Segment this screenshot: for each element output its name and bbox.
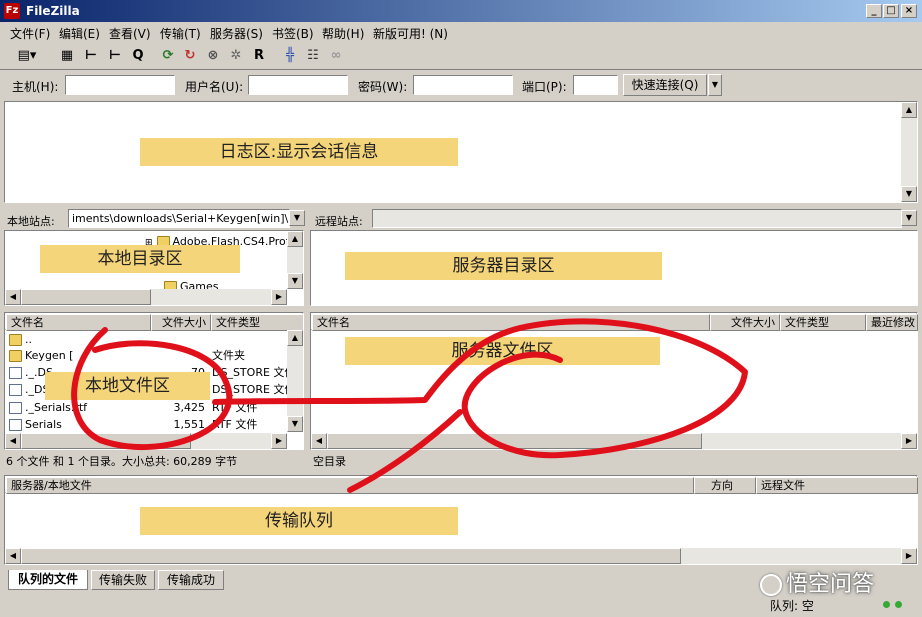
red-scribble-annotation	[71, 318, 748, 493]
scribble-path	[71, 318, 748, 493]
